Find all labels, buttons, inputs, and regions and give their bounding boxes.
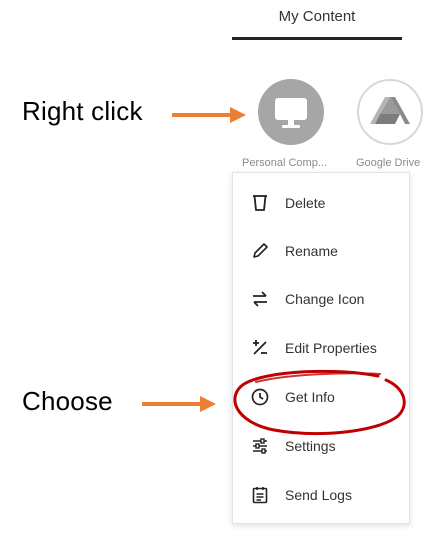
- tab-my-content[interactable]: My Content: [232, 8, 402, 25]
- edit-properties-icon: [249, 337, 271, 359]
- personal-computer-label: Personal Comp...: [242, 157, 327, 169]
- menu-item-label: Delete: [285, 195, 326, 211]
- google-drive-icon: [370, 97, 410, 124]
- menu-item-label: Change Icon: [285, 291, 365, 307]
- menu-item-label: Send Logs: [285, 487, 352, 503]
- clipboard-list-icon: [249, 484, 271, 506]
- trash-icon: [249, 192, 271, 214]
- swap-arrows-icon: [249, 288, 271, 310]
- choose-annotation: Choose: [22, 386, 113, 416]
- personal-computer-tile[interactable]: [258, 79, 324, 145]
- highlight-circle-icon: [233, 369, 406, 435]
- menu-item-delete[interactable]: Delete: [233, 183, 409, 223]
- right-click-arrow-icon: [172, 107, 246, 123]
- menu-item-change-icon[interactable]: Change Icon: [233, 279, 409, 319]
- context-menu: Delete Rename Change Icon Edit Propertie…: [232, 172, 410, 524]
- menu-item-label: Edit Properties: [285, 340, 377, 356]
- right-click-annotation: Right click: [22, 96, 143, 126]
- pencil-icon: [249, 240, 271, 262]
- menu-item-send-logs[interactable]: Send Logs: [233, 475, 409, 515]
- menu-item-label: Rename: [285, 243, 338, 259]
- google-drive-tile[interactable]: [357, 79, 423, 145]
- choose-arrow-icon: [142, 396, 216, 412]
- menu-item-edit-properties[interactable]: Edit Properties: [233, 328, 409, 368]
- active-tab-indicator: [232, 37, 402, 40]
- computer-monitor-icon: [275, 98, 307, 128]
- google-drive-label: Google Drive: [356, 157, 421, 169]
- menu-item-rename[interactable]: Rename: [233, 231, 409, 271]
